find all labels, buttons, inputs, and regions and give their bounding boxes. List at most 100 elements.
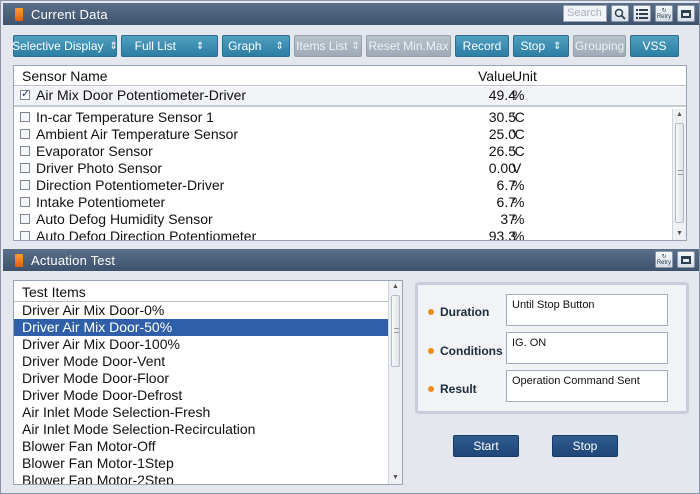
row-checkbox[interactable]	[20, 112, 30, 122]
sensor-value: 30.5	[488, 109, 516, 125]
actuation-panel: Test Items Driver Air Mix Door-0% Driver…	[3, 272, 699, 492]
sensor-value: 6.7	[496, 177, 516, 193]
list-item[interactable]: Blower Fan Motor-Off	[14, 438, 388, 455]
row-checkbox[interactable]	[20, 163, 30, 173]
stop-record-button[interactable]: Stop ⇕	[513, 35, 569, 57]
app-window: Current Data Search ↻ Retry Selective Dis…	[0, 0, 700, 494]
full-list-label: Full List	[134, 39, 176, 53]
table-row[interactable]: Auto Defog Direction Potentiometer 93.3 …	[14, 228, 686, 240]
scroll-thumb[interactable]	[675, 123, 684, 223]
stop-label: Stop	[520, 39, 546, 53]
table-row[interactable]: Direction Potentiometer-Driver 6.7 %	[14, 177, 686, 194]
table-scrollbar[interactable]: ▲ ▼	[672, 109, 686, 240]
full-list-button[interactable]: Full List ⇕	[121, 35, 218, 57]
scroll-up-icon[interactable]: ▲	[389, 281, 402, 293]
start-button[interactable]: Start	[453, 435, 519, 457]
sensor-name: In-car Temperature Sensor 1	[36, 109, 214, 125]
list-view-icon[interactable]	[633, 5, 651, 22]
table-row[interactable]: Evaporator Sensor 26.5 'C	[14, 143, 686, 160]
row-checkbox[interactable]	[20, 231, 30, 240]
chevron-updown-icon: ⇕	[553, 40, 562, 52]
sensor-unit: 'C	[512, 143, 525, 159]
list-item[interactable]: Driver Air Mix Door-0%	[14, 302, 388, 319]
list-item[interactable]: Blower Fan Motor-2Step	[14, 472, 388, 484]
maximize-icon[interactable]	[677, 5, 695, 22]
sensor-unit: 'C	[512, 109, 525, 125]
col-value[interactable]: Value	[478, 68, 513, 84]
sensor-value: 37	[500, 211, 516, 227]
actuation-title: Actuation Test	[31, 252, 116, 268]
bullet-icon	[428, 386, 434, 392]
sensor-name: Auto Defog Direction Potentiometer	[36, 228, 257, 240]
list-item[interactable]: Blower Fan Motor-1Step	[14, 455, 388, 472]
list-item[interactable]: Driver Mode Door-Floor	[14, 370, 388, 387]
list-item[interactable]: Driver Mode Door-Defrost	[14, 387, 388, 404]
reset-min-max-button[interactable]: Reset Min.Max	[366, 35, 451, 57]
sensor-value: 93.3	[488, 228, 516, 240]
graph-label: Graph	[228, 39, 262, 53]
bullet-icon	[428, 348, 434, 354]
list-item-selected[interactable]: Driver Air Mix Door-50%	[14, 319, 388, 336]
conditions-label-row: Conditions	[428, 344, 503, 358]
row-checkbox[interactable]	[20, 129, 30, 139]
chevron-updown-icon: ⇕	[351, 40, 360, 52]
list-item[interactable]: Air Inlet Mode Selection-Fresh	[14, 404, 388, 421]
search-icon[interactable]	[611, 5, 629, 22]
retry-label: Retry	[656, 259, 672, 266]
scroll-up-icon[interactable]: ▲	[673, 109, 686, 121]
result-value: Operation Command Sent	[506, 370, 668, 402]
grouping-button[interactable]: Grouping	[573, 35, 626, 57]
sensor-name: Air Mix Door Potentiometer-Driver	[36, 87, 247, 103]
retry-icon[interactable]: ↻ Retry	[655, 251, 673, 268]
list-header: Test Items	[22, 284, 86, 300]
list-item[interactable]: Driver Mode Door-Vent	[14, 353, 388, 370]
duration-label: Duration	[440, 305, 490, 319]
col-sensor-name[interactable]: Sensor Name	[22, 68, 108, 84]
table-row[interactable]: Intake Potentiometer 6.7 %	[14, 194, 686, 211]
scroll-down-icon[interactable]: ▼	[673, 228, 686, 240]
retry-icon[interactable]: ↻ Retry	[655, 5, 673, 22]
current-data-title: Current Data	[31, 6, 108, 22]
test-items-list: Test Items Driver Air Mix Door-0% Driver…	[13, 280, 403, 485]
stop-button[interactable]: Stop	[552, 435, 618, 457]
current-data-titlebar: Current Data Search ↻ Retry	[3, 3, 699, 25]
scroll-thumb[interactable]	[391, 295, 400, 367]
toolbar: Selective Display ⇕ Full List ⇕ Graph ⇕ Ite…	[12, 35, 679, 57]
list-scrollbar[interactable]: ▲ ▼	[388, 281, 402, 484]
sensor-value: 25.0	[488, 126, 516, 142]
sensor-value: 26.5	[488, 143, 516, 159]
row-checkbox[interactable]	[20, 197, 30, 207]
table-header: Sensor Name Value Unit	[14, 66, 686, 86]
table-row[interactable]: Auto Defog Humidity Sensor 37 %	[14, 211, 686, 228]
table-row[interactable]: Driver Photo Sensor 0.00 V	[14, 160, 686, 177]
test-info-box: Duration Until Stop Button Conditions IG…	[415, 282, 689, 414]
scroll-down-icon[interactable]: ▼	[389, 472, 402, 484]
pinned-row[interactable]: Air Mix Door Potentiometer-Driver 49.4 %	[14, 87, 686, 107]
table-row[interactable]: Ambient Air Temperature Sensor 25.0 'C	[14, 126, 686, 143]
selective-display-button[interactable]: Selective Display ⇕	[12, 35, 118, 57]
maximize-icon[interactable]	[677, 251, 695, 268]
sensor-unit: 'C	[512, 126, 525, 142]
table-row[interactable]: In-car Temperature Sensor 1 30.5 'C	[14, 109, 686, 126]
record-button[interactable]: Record	[455, 35, 509, 57]
search-input[interactable]: Search	[563, 5, 607, 22]
row-checkbox[interactable]	[20, 214, 30, 224]
sensor-name: Auto Defog Humidity Sensor	[36, 211, 213, 227]
row-checkbox[interactable]	[20, 180, 30, 190]
list-item[interactable]: Air Inlet Mode Selection-Recirculation	[14, 421, 388, 438]
sensor-name: Direction Potentiometer-Driver	[36, 177, 225, 193]
result-label-row: Result	[428, 382, 477, 396]
vss-button[interactable]: VSS	[630, 35, 679, 57]
col-unit[interactable]: Unit	[512, 68, 537, 84]
graph-button[interactable]: Graph ⇕	[222, 35, 290, 57]
selective-display-label: Selective Display	[12, 39, 104, 53]
row-checkbox[interactable]	[20, 87, 30, 100]
chevron-updown-icon: ⇕	[195, 40, 205, 52]
row-checkbox[interactable]	[20, 146, 30, 156]
conditions-value: IG. ON	[506, 332, 668, 364]
sensor-name: Driver Photo Sensor	[36, 160, 163, 176]
items-list-button[interactable]: Items List ⇕	[294, 35, 362, 57]
list-item[interactable]: Driver Air Mix Door-100%	[14, 336, 388, 353]
sensor-name: Ambient Air Temperature Sensor	[36, 126, 239, 142]
bullet-icon	[428, 309, 434, 315]
